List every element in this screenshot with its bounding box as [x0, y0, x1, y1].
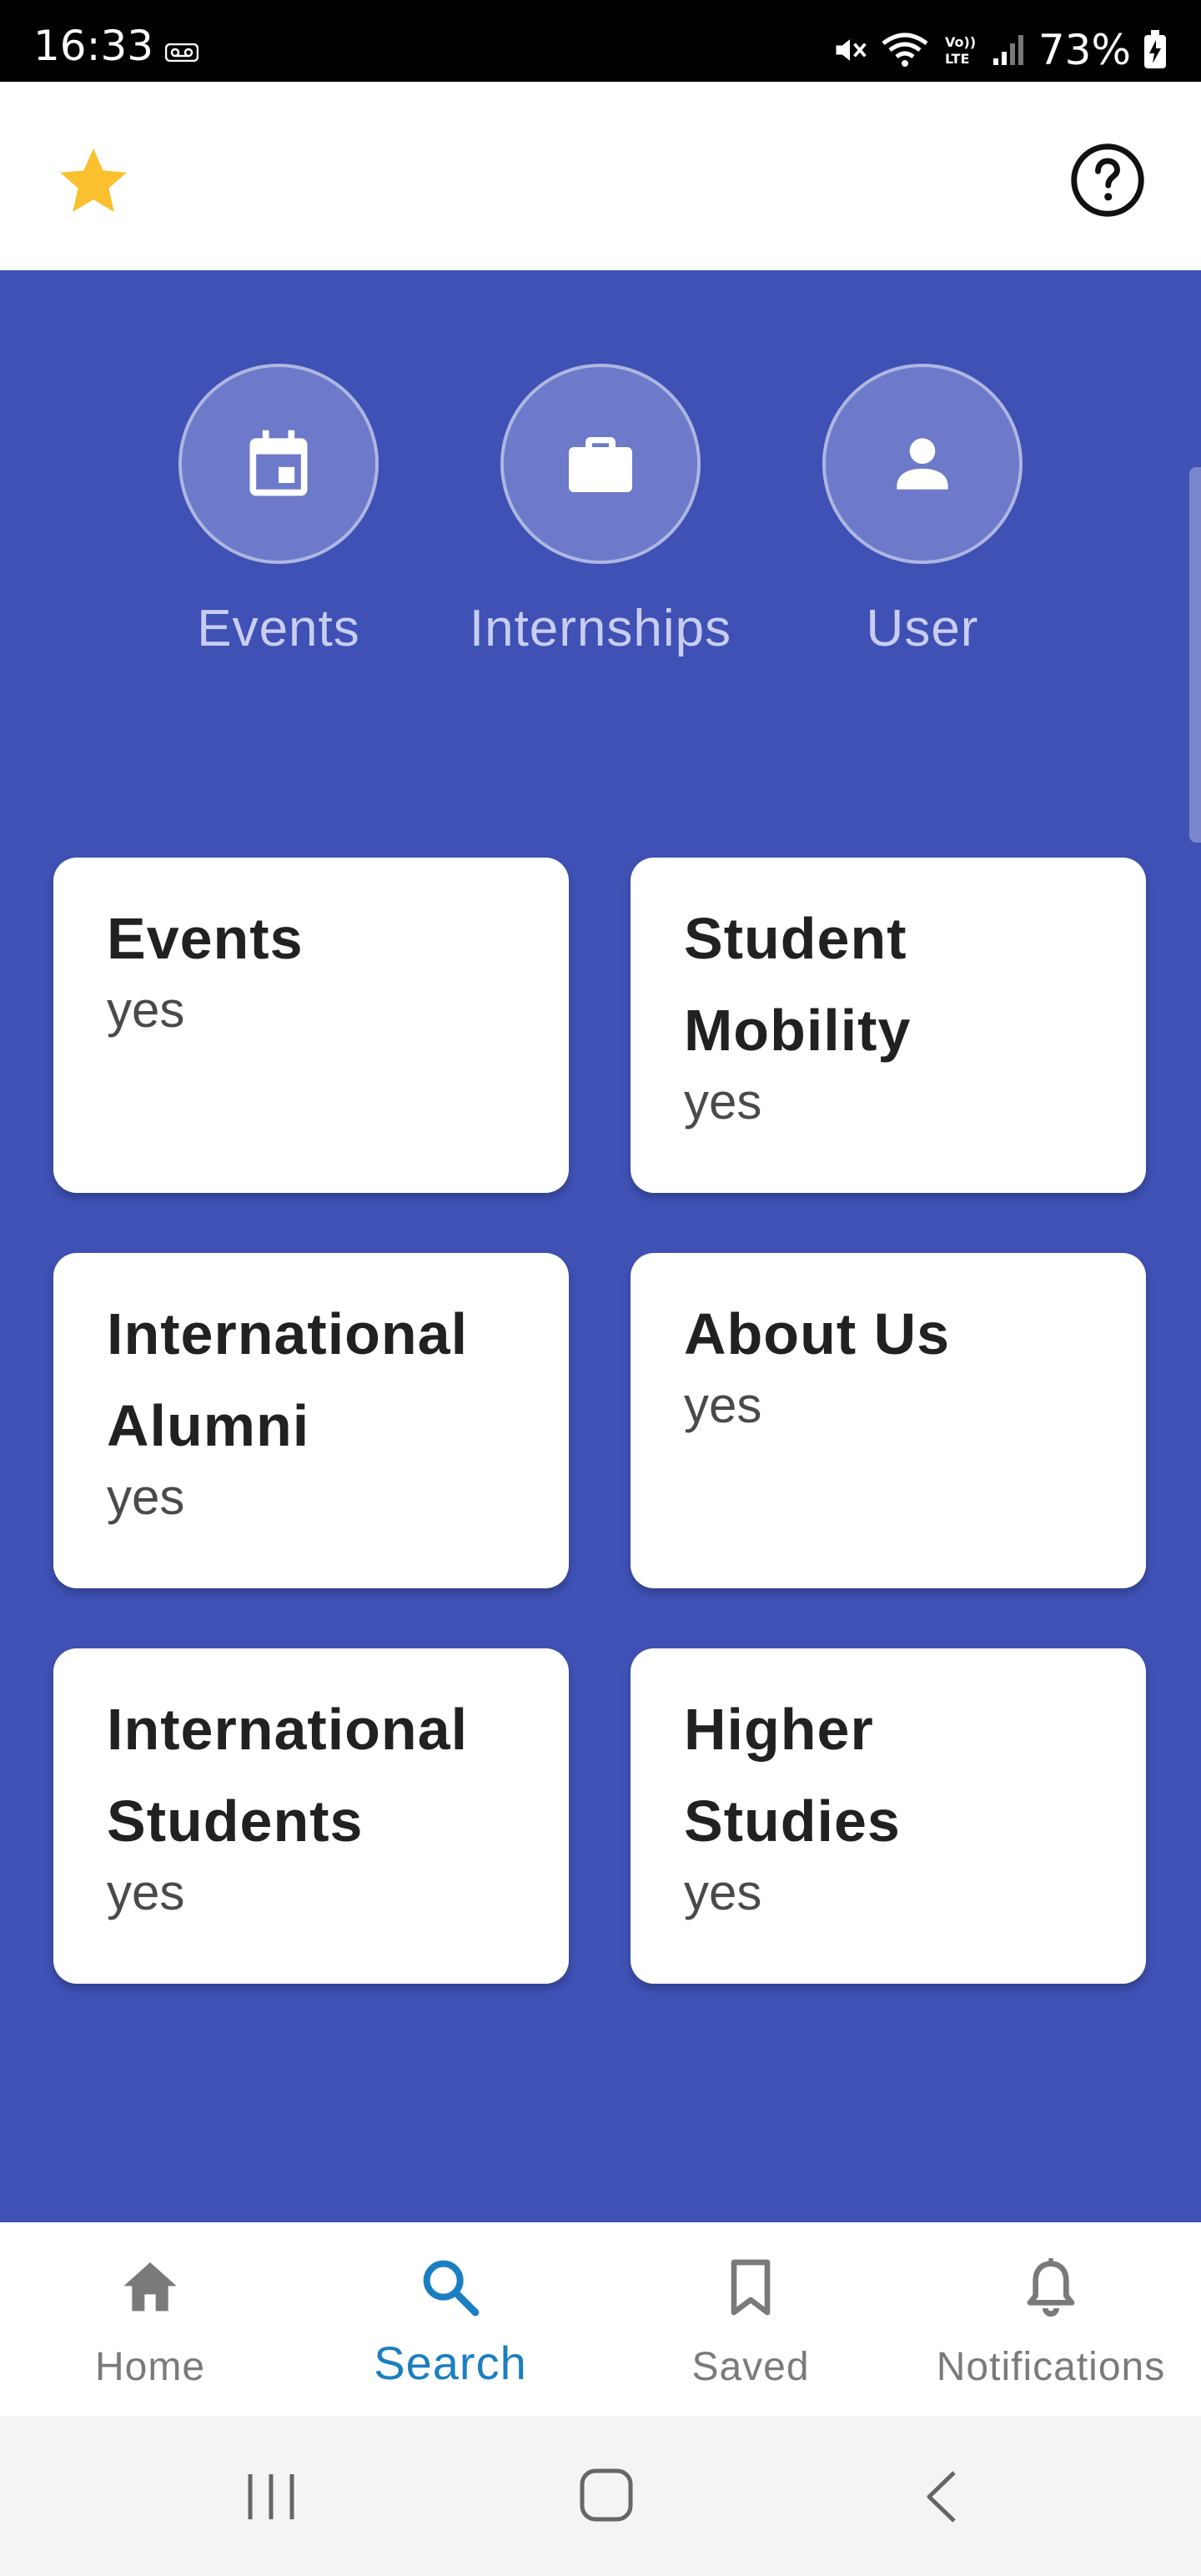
search-icon — [423, 2260, 480, 2317]
briefcase-icon — [569, 437, 632, 492]
help-circle-icon[interactable] — [1069, 142, 1146, 219]
card-subtitle: yes — [684, 1864, 762, 1920]
status-bar: 16:33 Vo)) LTE 73% — [0, 0, 1201, 82]
voicemail-icon — [165, 43, 198, 62]
card-title: Higher Studies — [684, 1697, 901, 1854]
card-international-students[interactable]: International Students yes — [53, 1648, 569, 1984]
quick-action-circle[interactable] — [822, 364, 1023, 564]
card-higher-studies[interactable]: Higher Studies yes — [631, 1648, 1146, 1984]
home-button-icon[interactable] — [579, 2468, 634, 2523]
quick-action-label: Events — [197, 600, 360, 657]
quick-action-circle[interactable] — [178, 364, 379, 564]
app-bar — [0, 82, 1201, 270]
battery-charging-icon — [1144, 30, 1166, 68]
bookmark-icon — [731, 2259, 771, 2316]
quick-action-events[interactable]: Events — [178, 364, 379, 658]
star-icon[interactable] — [53, 142, 133, 222]
nav-label: Search — [374, 2337, 527, 2389]
main-content: Events Internships User Events yes Stude… — [0, 270, 1201, 2222]
nav-home[interactable]: Home — [0, 2222, 300, 2416]
quick-action-internships[interactable]: Internships — [470, 364, 731, 658]
card-events[interactable]: Events yes — [53, 858, 569, 1193]
nav-label: Notifications — [936, 2345, 1166, 2389]
system-navigation-bar — [0, 2416, 1201, 2576]
card-subtitle: yes — [107, 1864, 185, 1920]
quick-action-user[interactable]: User — [822, 364, 1023, 658]
recent-apps-icon[interactable] — [242, 2468, 300, 2526]
nav-notifications[interactable]: Notifications — [901, 2222, 1201, 2416]
quick-action-label: Internships — [469, 600, 732, 657]
card-international-alumni[interactable]: International Alumni yes — [53, 1253, 569, 1588]
bell-icon — [1027, 2258, 1075, 2317]
card-subtitle: yes — [684, 1074, 762, 1130]
svg-text:LTE: LTE — [945, 51, 969, 67]
card-subtitle: yes — [107, 982, 185, 1038]
home-icon — [123, 2262, 177, 2312]
mute-icon — [836, 39, 867, 61]
nav-search[interactable]: Search — [300, 2222, 600, 2416]
bottom-navigation: Home Search Saved Notifications — [0, 2222, 1201, 2416]
calendar-icon — [249, 430, 308, 496]
quick-action-label: User — [866, 600, 979, 657]
nav-label: Home — [94, 2345, 206, 2389]
card-title: About Us — [684, 1301, 951, 1366]
nav-label: Saved — [691, 2345, 810, 2389]
battery-percent: 73% — [1038, 26, 1131, 74]
svg-text:Vo)): Vo)) — [945, 34, 976, 50]
wifi-icon — [882, 33, 928, 67]
card-title: Events — [107, 906, 304, 971]
person-icon — [897, 438, 948, 490]
card-subtitle: yes — [684, 1377, 762, 1433]
nav-saved[interactable]: Saved — [600, 2222, 901, 2416]
card-title: International Alumni — [107, 1301, 469, 1458]
card-title: International Students — [107, 1697, 469, 1854]
signal-icon — [992, 35, 1023, 65]
back-icon[interactable] — [921, 2468, 962, 2526]
scrollbar[interactable] — [1189, 467, 1201, 843]
card-title: Student Mobility — [684, 906, 912, 1063]
status-time: 16:33 — [33, 22, 154, 70]
quick-action-circle[interactable] — [500, 364, 701, 564]
card-subtitle: yes — [107, 1469, 185, 1525]
volte-icon: Vo)) LTE — [945, 34, 976, 67]
card-student-mobility[interactable]: Student Mobility yes — [631, 858, 1146, 1193]
card-about-us[interactable]: About Us yes — [631, 1253, 1146, 1588]
